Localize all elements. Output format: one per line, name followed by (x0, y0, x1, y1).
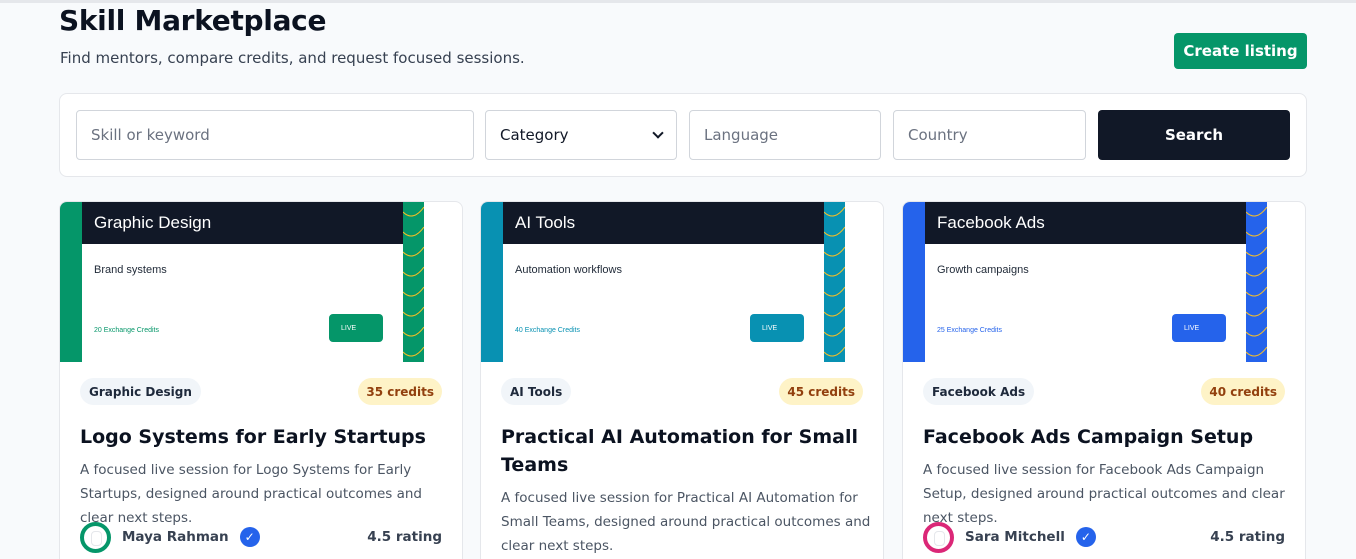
category-chip: Graphic Design (80, 378, 201, 405)
thumbnail-subtitle: Growth campaigns (937, 264, 1029, 276)
wave-pattern-icon (824, 206, 845, 357)
thumbnail-title: Graphic Design (82, 202, 403, 244)
listing-thumbnail: Facebook Ads Growth campaigns 25 Exchang… (903, 202, 1267, 362)
rating: 4.5 rating (367, 529, 442, 545)
wave-pattern-icon (403, 206, 424, 357)
live-badge: LIVE (329, 314, 383, 342)
thumbnail-pattern (1246, 202, 1267, 362)
language-input[interactable]: Language (689, 110, 881, 160)
rating: 4.5 rating (1210, 529, 1285, 545)
mentor-name: Maya Rahman (122, 529, 229, 545)
thumbnail-credits: 20 Exchange Credits (94, 327, 159, 334)
category-chip: AI Tools (501, 378, 572, 405)
category-chip: Facebook Ads (923, 378, 1035, 405)
category-selected-value: Category (500, 126, 569, 144)
wave-pattern-icon (1246, 206, 1267, 357)
credits-badge: 35 credits (358, 378, 442, 405)
category-select[interactable]: Category (485, 110, 677, 160)
thumbnail-pattern (824, 202, 845, 362)
search-button[interactable]: Search (1098, 110, 1290, 160)
listing-title[interactable]: Facebook Ads Campaign Setup (923, 423, 1293, 451)
listing-title[interactable]: Practical AI Automation for Small Teams (501, 423, 871, 479)
avatar (923, 521, 954, 553)
thumbnail-subtitle: Brand systems (94, 264, 167, 276)
listing-description: A focused live session for Facebook Ads … (923, 462, 1285, 526)
verified-check-icon: ✓ (239, 527, 260, 547)
credits-badge: 40 credits (1201, 378, 1285, 405)
mentor[interactable]: Sara Mitchell ✓ (923, 521, 1096, 553)
thumbnail-panel: Graphic Design Brand systems 20 Exchange… (82, 202, 403, 362)
mentor[interactable]: Maya Rahman ✓ (80, 521, 260, 553)
listing-thumbnail: AI Tools Automation workflows 40 Exchang… (481, 202, 845, 362)
thumbnail-panel: AI Tools Automation workflows 40 Exchang… (503, 202, 824, 362)
page-title: Skill Marketplace (59, 4, 327, 37)
thumbnail-panel: Facebook Ads Growth campaigns 25 Exchang… (925, 202, 1246, 362)
listing-description: A focused live session for Practical AI … (501, 490, 871, 554)
thumbnail-title: AI Tools (503, 202, 824, 244)
listing-card[interactable]: Facebook Ads Growth campaigns 25 Exchang… (902, 201, 1306, 559)
live-badge: LIVE (750, 314, 804, 342)
verified-check-icon: ✓ (1075, 527, 1096, 547)
listing-description: A focused live session for Logo Systems … (80, 462, 422, 526)
language-placeholder: Language (704, 126, 779, 144)
search-panel: Skill or keyword Category Language Count… (59, 93, 1307, 177)
thumbnail-title: Facebook Ads (925, 202, 1246, 244)
page-subtitle: Find mentors, compare credits, and reque… (60, 49, 525, 67)
keyword-placeholder: Skill or keyword (91, 126, 210, 144)
top-border (0, 0, 1356, 3)
credits-badge: 45 credits (779, 378, 863, 405)
chevron-down-icon (652, 127, 664, 139)
keyword-input[interactable]: Skill or keyword (76, 110, 474, 160)
thumbnail-subtitle: Automation workflows (515, 264, 622, 276)
thumbnail-accent-stripe (60, 202, 82, 362)
listing-card[interactable]: AI Tools Automation workflows 40 Exchang… (480, 201, 884, 559)
listing-title[interactable]: Logo Systems for Early Startups (80, 423, 450, 451)
thumbnail-pattern (403, 202, 424, 362)
country-input[interactable]: Country (893, 110, 1086, 160)
create-listing-button[interactable]: Create listing (1174, 33, 1307, 69)
listing-thumbnail: Graphic Design Brand systems 20 Exchange… (60, 202, 424, 362)
live-badge: LIVE (1172, 314, 1226, 342)
mentor-name: Sara Mitchell (965, 529, 1065, 545)
listing-card[interactable]: Graphic Design Brand systems 20 Exchange… (59, 201, 463, 559)
thumbnail-accent-stripe (481, 202, 503, 362)
country-placeholder: Country (908, 126, 968, 144)
thumbnail-credits: 40 Exchange Credits (515, 327, 580, 334)
thumbnail-credits: 25 Exchange Credits (937, 327, 1002, 334)
avatar (80, 521, 111, 553)
thumbnail-accent-stripe (903, 202, 925, 362)
